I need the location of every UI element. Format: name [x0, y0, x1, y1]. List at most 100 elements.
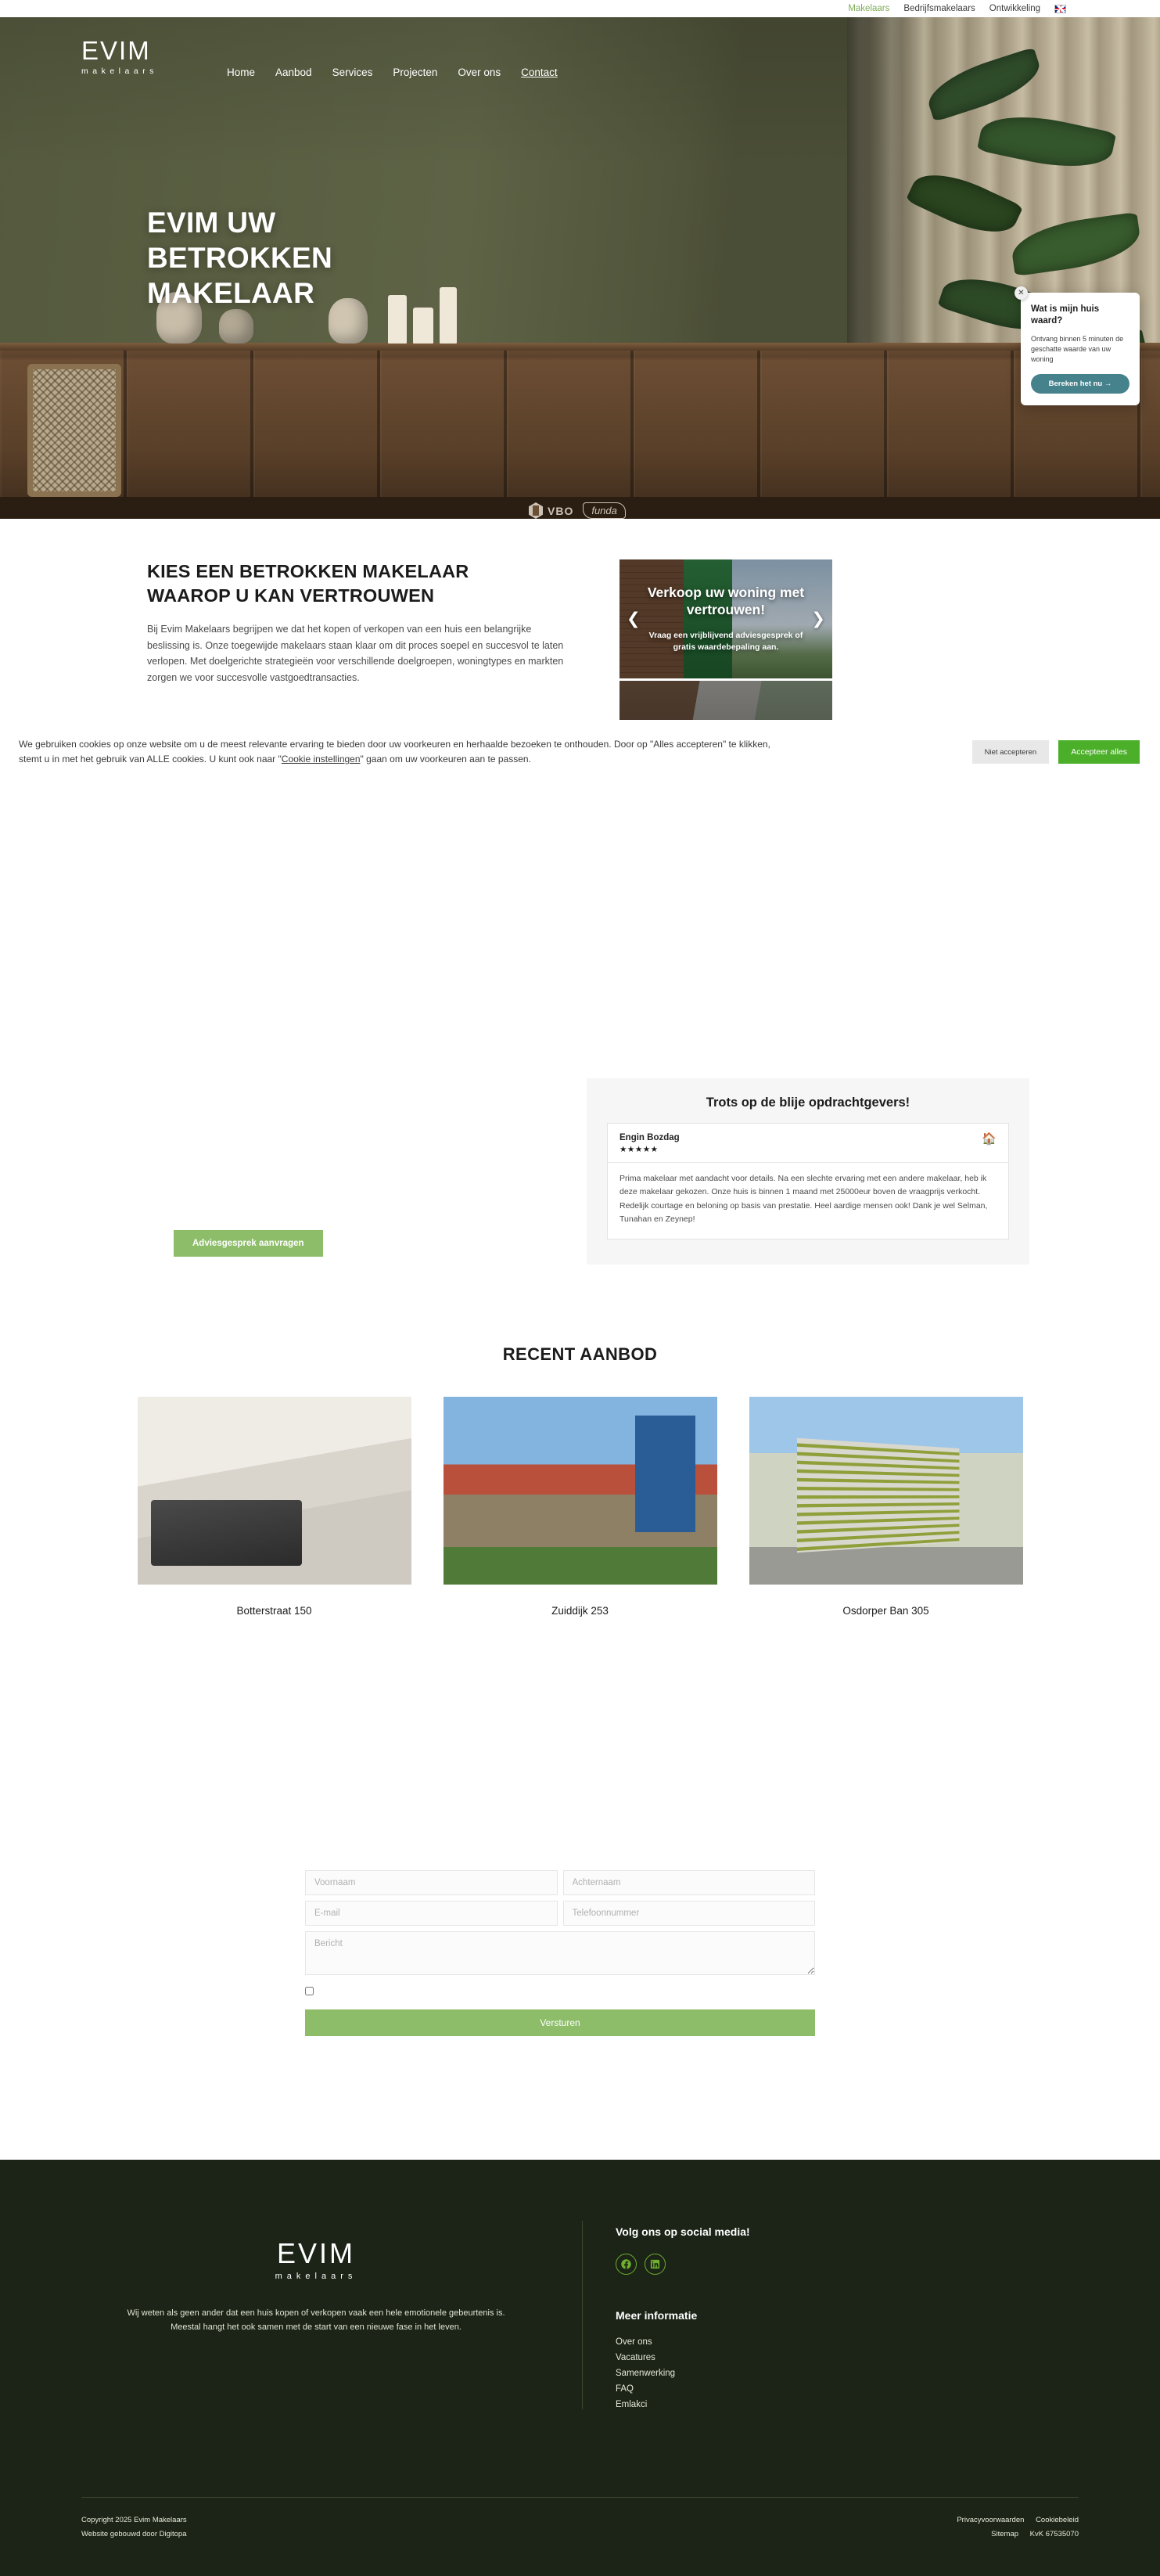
hero-candle-decoration: [413, 308, 433, 344]
widget-title: Wat is mijn huis waard?: [1031, 304, 1129, 327]
footer-logo-wordmark: EVIM: [275, 2240, 357, 2268]
consent-checkbox[interactable]: [305, 1987, 314, 1995]
listing-card[interactable]: Zuiddijk 253: [444, 1397, 717, 1617]
slide-subline: Vraag een vrijblijvend adviesgesprek of …: [646, 630, 806, 653]
listing-photo: [138, 1397, 411, 1585]
widget-body: Ontvang binnen 5 minuten de geschatte wa…: [1031, 334, 1129, 365]
nav-item-over-ons[interactable]: Over ons: [458, 67, 501, 78]
topbar-link-bedrijfsmakelaars[interactable]: Bedrijfsmakelaars: [903, 4, 975, 13]
review-header: Engin Bozdag ★★★★★ 🏠: [608, 1124, 1008, 1163]
footer-description: Wij weten als geen ander dat een huis ko…: [81, 2306, 551, 2334]
built-by-text: Website gebouwd door Digitopa: [81, 2527, 187, 2542]
footer-link-list: Over ons Vacatures Samenwerking FAQ Emla…: [616, 2337, 750, 2409]
intro-paragraph: Bij Evim Makelaars begrijpen we dat het …: [147, 621, 569, 686]
listing-photo: [749, 1397, 1023, 1585]
hero-sideboard-decoration: [0, 343, 1160, 519]
lastname-input[interactable]: [563, 1870, 816, 1895]
footer-link-over-ons[interactable]: Over ons: [616, 2337, 750, 2347]
linkedin-icon[interactable]: [645, 2254, 666, 2275]
review-card: Engin Bozdag ★★★★★ 🏠 Prima makelaar met …: [607, 1123, 1009, 1239]
cookie-consent-banner: We gebruiken cookies op onze website om …: [0, 720, 1160, 788]
footer-links-block: Volg ons op social media! Meer informati…: [582, 2221, 750, 2409]
privacy-link[interactable]: Privacyvoorwaarden: [957, 2516, 1024, 2524]
footer-link-samenwerking[interactable]: Samenwerking: [616, 2369, 750, 2378]
footer-link-vacatures[interactable]: Vacatures: [616, 2353, 750, 2362]
site-logo[interactable]: EVIM makelaars: [81, 38, 181, 76]
footer-legal-block: Privacyvoorwaarden Cookiebeleid Sitemap …: [957, 2513, 1079, 2542]
sitemap-link[interactable]: Sitemap: [991, 2530, 1018, 2538]
hero-title: EVIM UW BETROKKEN MAKELAAR: [147, 205, 332, 311]
intro-heading-line-1: KIES EEN BETROKKEN MAKELAAR: [147, 561, 469, 581]
page-root: Makelaars Bedrijfsmakelaars Ontwikkeling: [0, 0, 1160, 773]
hero-section: EVIM makelaars Home Aanbod Services Proj…: [0, 17, 1160, 519]
cookie-settings-link[interactable]: Cookie instellingen: [282, 754, 361, 765]
nav-item-aanbod[interactable]: Aanbod: [275, 67, 312, 78]
footer-logo-subtitle: makelaars: [275, 2272, 357, 2281]
facebook-icon[interactable]: [616, 2254, 637, 2275]
form-row-name: [305, 1870, 815, 1895]
email-input[interactable]: [305, 1901, 558, 1926]
partner-badges: VBO funda: [529, 502, 626, 519]
utility-topbar: Makelaars Bedrijfsmakelaars Ontwikkeling: [0, 0, 1160, 17]
nav-item-contact[interactable]: Contact: [521, 67, 558, 78]
topbar-link-ontwikkeling[interactable]: Ontwikkeling: [989, 4, 1040, 13]
close-icon[interactable]: ✕: [1015, 286, 1028, 300]
form-row-contact: [305, 1901, 815, 1926]
house-icon: 🏠: [982, 1133, 997, 1145]
footer-brand-block: EVIM makelaars Wij weten als geen ander …: [81, 2221, 551, 2409]
logo-subtitle: makelaars: [81, 67, 181, 76]
request-advice-button[interactable]: Adviesgesprek aanvragen: [174, 1230, 323, 1257]
calculate-value-button[interactable]: Bereken het nu →: [1031, 374, 1129, 394]
contact-form: Versturen: [305, 1870, 815, 2036]
main-navigation: Home Aanbod Services Projecten Over ons …: [227, 67, 558, 78]
listings-grid: Botterstraat 150 Zuiddijk 253 Osdorper B…: [0, 1397, 1160, 1617]
vbo-label: VBO: [548, 505, 573, 517]
consent-checkbox-row: [305, 1985, 815, 1999]
social-links: [616, 2254, 750, 2275]
chevron-left-icon[interactable]: ❮: [627, 611, 641, 628]
recent-listings-section: RECENT AANBOD Botterstraat 150 Zuiddijk …: [0, 1344, 1160, 1617]
hero-candle-decoration: [388, 295, 407, 344]
cookie-banner-text: We gebruiken cookies op onze website om …: [19, 737, 785, 768]
slide-headline: Verkoop uw woning met vertrouwen!: [646, 585, 806, 618]
submit-button[interactable]: Versturen: [305, 2009, 815, 2036]
phone-input[interactable]: [563, 1901, 816, 1926]
uk-flag-icon[interactable]: [1054, 5, 1066, 13]
listing-photo: [444, 1397, 717, 1585]
accept-cookies-button[interactable]: Accepteer alles: [1058, 740, 1140, 764]
listing-title: Botterstraat 150: [138, 1605, 411, 1617]
funda-badge: funda: [583, 502, 626, 519]
listing-card[interactable]: Botterstraat 150: [138, 1397, 411, 1617]
site-footer: EVIM makelaars Wij weten als geen ander …: [0, 2160, 1160, 2576]
chevron-right-icon[interactable]: ❯: [811, 611, 825, 628]
hero-vase-decoration: [219, 309, 253, 344]
nav-item-projecten[interactable]: Projecten: [393, 67, 437, 78]
nav-item-home[interactable]: Home: [227, 67, 255, 78]
topbar-link-makelaars[interactable]: Makelaars: [848, 4, 889, 13]
reviewer-name: Engin Bozdag: [620, 1133, 680, 1142]
hero-vase-decoration: [329, 298, 368, 344]
intro-heading-line-2: WAAROP U KAN VERTROUWEN: [147, 585, 434, 606]
listing-title: Zuiddijk 253: [444, 1605, 717, 1617]
listing-card[interactable]: Osdorper Ban 305: [749, 1397, 1023, 1617]
footer-link-emlakci[interactable]: Emlakci: [616, 2400, 750, 2409]
nav-item-services[interactable]: Services: [332, 67, 373, 78]
footer-logo[interactable]: EVIM makelaars: [275, 2240, 357, 2281]
cookie-banner-actions: Niet accepteren Accepteer alles: [972, 740, 1140, 764]
recent-listings-heading: RECENT AANBOD: [0, 1344, 1160, 1365]
decline-cookies-button[interactable]: Niet accepteren: [972, 740, 1050, 764]
cookie-policy-link[interactable]: Cookiebeleid: [1036, 2516, 1079, 2524]
firstname-input[interactable]: [305, 1870, 558, 1895]
hero-candle-decoration: [440, 287, 457, 344]
kvk-number: KvK 67535070: [1030, 2530, 1079, 2538]
intro-heading: KIES EEN BETROKKEN MAKELAAR WAAROP U KAN…: [147, 559, 569, 607]
home-value-widget: ✕ Wat is mijn huis waard? Ontvang binnen…: [1021, 293, 1140, 405]
testimonials-section: Trots op de blije opdrachtgevers! Engin …: [587, 1078, 1029, 1265]
copyright-text: Copyright 2025 Evim Makelaars: [81, 2513, 187, 2527]
slide-text-block: Verkoop uw woning met vertrouwen! Vraag …: [620, 559, 832, 678]
footer-link-faq[interactable]: FAQ: [616, 2384, 750, 2394]
hero-title-line-1: EVIM UW: [147, 207, 275, 239]
message-textarea[interactable]: [305, 1931, 815, 1975]
hero-title-line-2: BETROKKEN: [147, 242, 332, 274]
hero-title-line-3: MAKELAAR: [147, 277, 314, 309]
